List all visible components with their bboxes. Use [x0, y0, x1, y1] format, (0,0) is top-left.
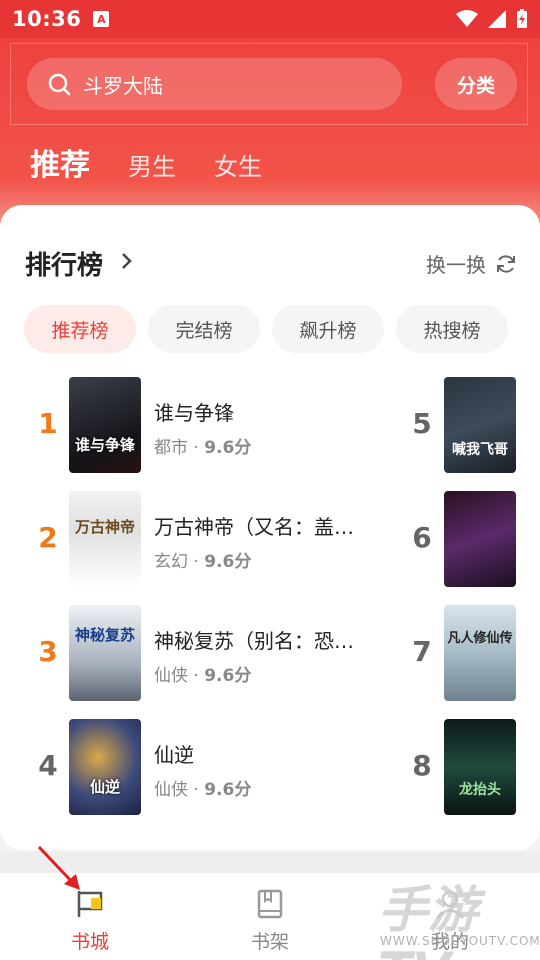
ranking-title[interactable]: 排行榜	[25, 245, 103, 282]
nav-label: 书架	[250, 931, 289, 953]
nav-label: 书城	[70, 931, 109, 953]
chip-rising[interactable]: 飙升榜	[272, 305, 384, 353]
book-cover[interactable]: 万古神帝	[69, 491, 141, 587]
refresh-label: 换一换	[426, 253, 486, 277]
category-button[interactable]: 分类	[435, 58, 517, 110]
book-cover[interactable]: 凡人修仙传	[444, 605, 516, 701]
book-cover[interactable]: 龙抬头	[444, 719, 516, 815]
book-icon	[257, 889, 283, 919]
chip-recommend[interactable]: 推荐榜	[24, 305, 136, 353]
wifi-icon	[456, 10, 478, 27]
rank-number: 4	[38, 749, 58, 782]
rank-number: 8	[412, 749, 432, 782]
book-meta: 仙侠 · 9.6分	[154, 780, 252, 800]
watermark: 手游TV WWW.SHOUYOUTV.COM	[378, 870, 540, 960]
tab-male[interactable]: 男生	[128, 147, 176, 182]
status-time: 10:36	[12, 7, 82, 31]
list-item[interactable]: 3 神秘复苏 神秘复苏（别名：恐… 仙侠 · 9.6分 7 凡人修仙传	[0, 605, 540, 701]
pointer-arrow-annotation	[37, 845, 80, 890]
battery-icon	[517, 9, 527, 28]
ranking-chips: 推荐榜 完结榜 飙升榜 热搜榜	[24, 305, 508, 353]
book-title: 仙逆	[154, 743, 194, 767]
cover-title: 龙抬头	[459, 782, 501, 798]
rank-number: 3	[38, 635, 58, 668]
book-cover[interactable]: 谁与争锋	[69, 377, 141, 473]
chip-completed[interactable]: 完结榜	[148, 305, 260, 353]
tab-recommend[interactable]: 推荐	[30, 140, 90, 184]
book-cover[interactable]: 喊我飞哥	[444, 377, 516, 473]
rank-number: 1	[38, 407, 58, 440]
search-placeholder: 斗罗大陆	[83, 73, 163, 98]
list-item[interactable]: 1 谁与争锋 谁与争锋 都市 · 9.6分 5 喊我飞哥	[0, 377, 540, 473]
list-item[interactable]: 2 万古神帝 万古神帝（又名：盖… 玄幻 · 9.6分 6	[0, 491, 540, 587]
book-meta: 玄幻 · 9.6分	[154, 552, 252, 572]
cover-title: 神秘复苏	[74, 626, 135, 644]
search-input[interactable]: 斗罗大陆	[27, 58, 402, 110]
rank-number: 2	[38, 521, 58, 554]
nav-bookshelf[interactable]: 书架	[225, 887, 315, 954]
rank-number: 5	[412, 407, 432, 440]
top-tabs: 推荐 男生 女生	[30, 140, 300, 184]
book-title: 万古神帝（又名：盖…	[154, 515, 354, 539]
ranking-card: 排行榜 换一换 推荐榜 完结榜 飙升榜 热搜榜 1 谁与争锋 谁与争锋 都市 ·…	[0, 205, 540, 850]
tab-female[interactable]: 女生	[214, 147, 262, 182]
refresh-button[interactable]: 换一换	[426, 249, 518, 278]
list-item[interactable]: 4 仙逆 仙逆 仙侠 · 9.6分 8 龙抬头	[0, 719, 540, 815]
cover-title: 仙逆	[89, 778, 120, 796]
rank-number: 6	[412, 521, 432, 554]
chip-hot-search[interactable]: 热搜榜	[396, 305, 508, 353]
cover-title: 谁与争锋	[74, 436, 135, 454]
book-meta: 仙侠 · 9.6分	[154, 666, 252, 686]
chevron-right-icon[interactable]	[120, 252, 134, 270]
book-cover[interactable]	[444, 491, 516, 587]
refresh-icon	[497, 254, 515, 273]
rank-number: 7	[412, 635, 432, 668]
nav-bookstore[interactable]: 书城	[45, 887, 135, 954]
book-cover[interactable]: 仙逆	[69, 719, 141, 815]
signal-icon	[488, 10, 506, 28]
cover-title: 喊我飞哥	[452, 442, 508, 458]
book-title: 神秘复苏（别名：恐…	[154, 629, 354, 653]
search-icon	[48, 73, 71, 96]
book-cover[interactable]: 神秘复苏	[69, 605, 141, 701]
book-title: 谁与争锋	[154, 401, 234, 425]
status-bar: 10:36 A	[0, 0, 540, 38]
app-notification-icon: A	[93, 11, 110, 27]
cover-title: 万古神帝	[74, 518, 135, 536]
cover-title: 凡人修仙传	[447, 631, 513, 646]
watermark-url: WWW.SHOUYOUTV.COM	[380, 934, 540, 948]
book-meta: 都市 · 9.6分	[154, 438, 252, 458]
